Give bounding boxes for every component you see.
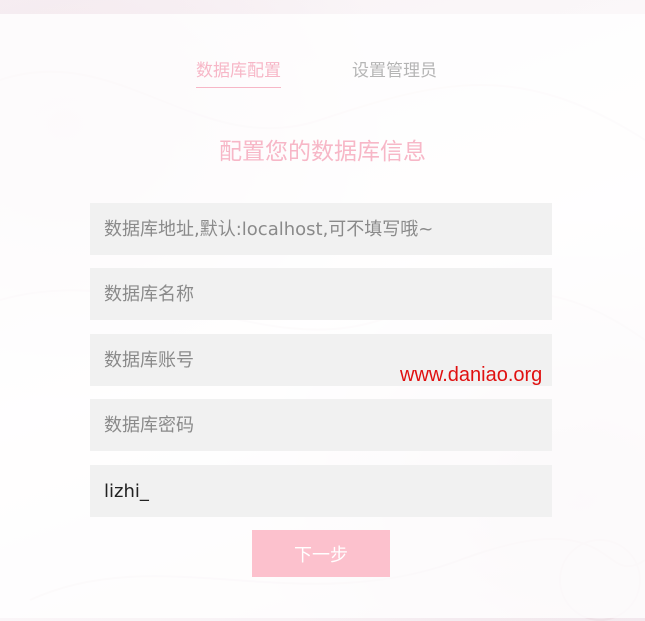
watermark-text: www.daniao.org: [400, 364, 543, 386]
next-step-button[interactable]: 下一步: [252, 530, 390, 577]
tab-database-config[interactable]: 数据库配置: [196, 56, 281, 88]
database-password-input[interactable]: [90, 399, 552, 451]
database-host-input[interactable]: [90, 203, 552, 255]
page-title: 配置您的数据库信息: [219, 139, 426, 165]
table-prefix-input[interactable]: [90, 465, 552, 517]
tab-admin-setup[interactable]: 设置管理员: [352, 56, 437, 81]
database-name-input[interactable]: [90, 268, 552, 320]
step-tabs: 数据库配置 设置管理员: [0, 56, 645, 96]
